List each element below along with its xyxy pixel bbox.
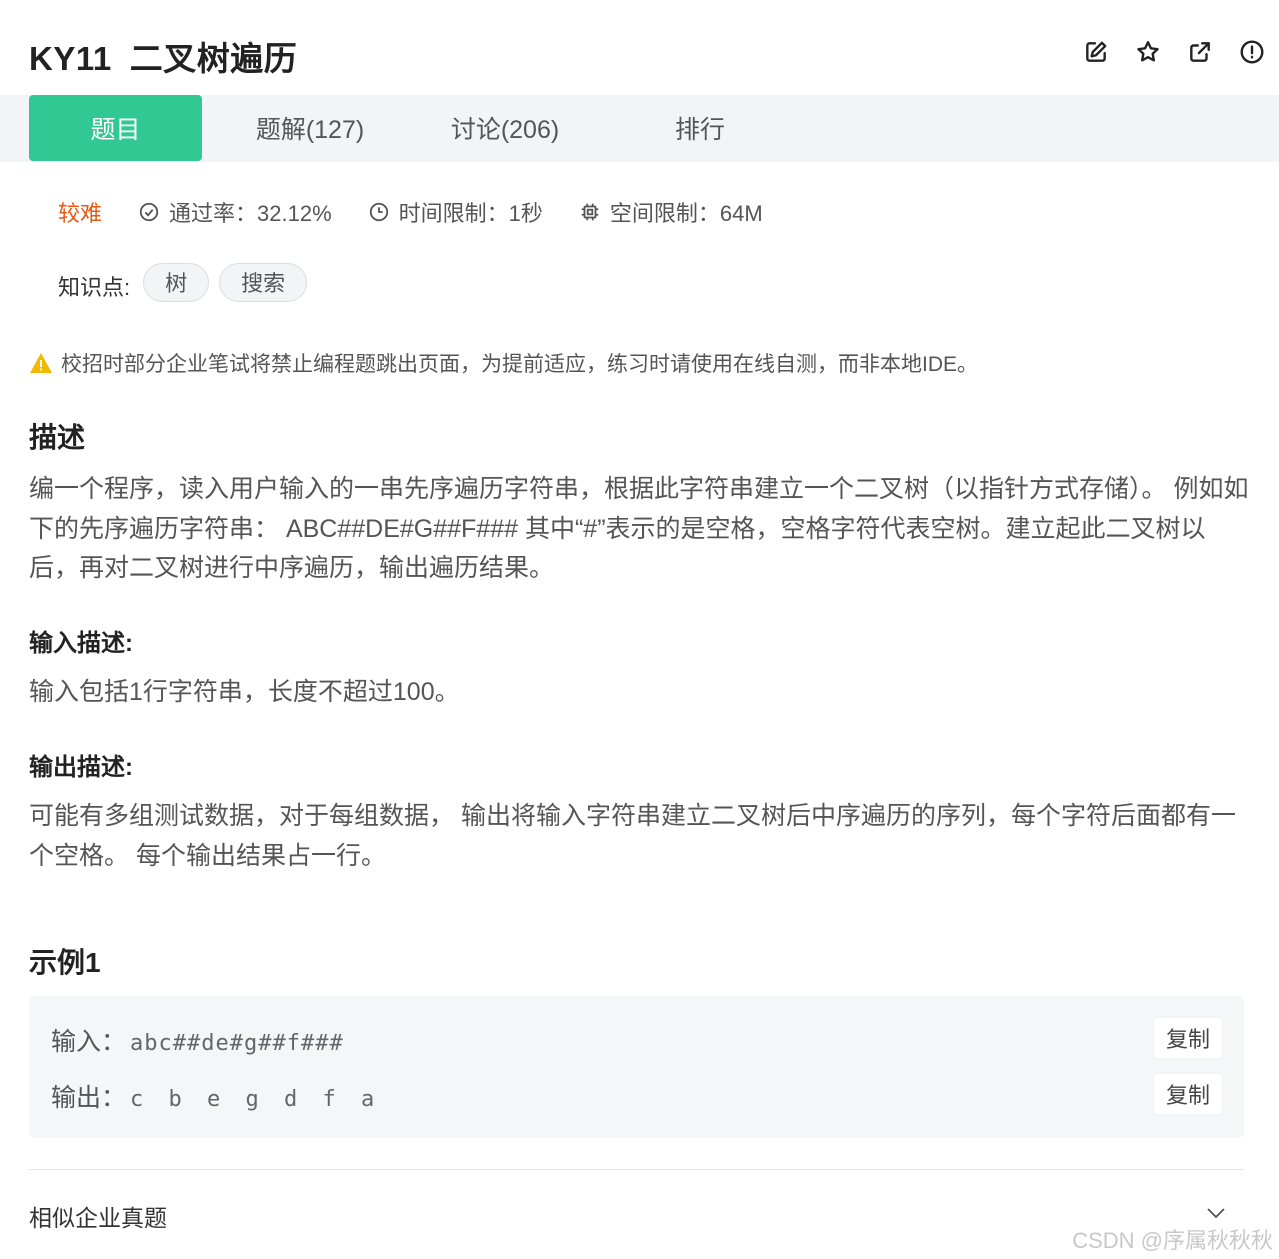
problem-code: KY11 (29, 40, 112, 77)
example-input-label: 输入： (51, 1028, 127, 1056)
memory-limit-text: 空间限制：64M (609, 201, 763, 226)
tab-solutions[interactable]: 题解(127) (225, 95, 395, 161)
example-output: 输出： c b e g d f a (51, 1078, 380, 1114)
tab-ranking[interactable]: 排行 (615, 95, 785, 161)
example-box: 输入： abc##de#g##f### 复制 输出： c b e g d f a… (29, 996, 1244, 1138)
difficulty-badge: 较难 (58, 201, 103, 226)
knowledge-label: 知识点: (58, 275, 131, 300)
warning-text: 校招时部分企业笔试将禁止编程题跳出页面，为提前适应，练习时请使用在线自测，而非本… (61, 353, 979, 376)
similar-questions-label[interactable]: 相似企业真题 (29, 1199, 167, 1233)
description-text: 编一个程序，读入用户输入的一串先序遍历字符串，根据此字符串建立一个二叉树（以指针… (29, 475, 1249, 582)
chip-icon (581, 203, 599, 221)
star-icon[interactable] (1135, 38, 1161, 66)
divider (29, 1169, 1244, 1170)
chevron-down-icon[interactable] (1206, 1206, 1226, 1220)
copy-output-button[interactable]: 复制 (1154, 1074, 1222, 1114)
example-input-value: abc##de#g##f### (130, 1031, 344, 1056)
tab-problem[interactable]: 题目 (29, 95, 202, 161)
example-output-label: 输出： (51, 1084, 127, 1112)
copy-input-button[interactable]: 复制 (1154, 1018, 1222, 1058)
input-desc-title: 输入描述: (29, 630, 133, 657)
edit-icon[interactable] (1083, 38, 1109, 66)
warning-notice: 校招时部分企业笔试将禁止编程题跳出页面，为提前适应，练习时请使用在线自测，而非本… (29, 348, 978, 378)
pass-rate: 通过率：32.12% (138, 196, 332, 228)
example-title: 示例1 (29, 947, 101, 978)
output-desc-text: 可能有多组测试数据，对于每组数据， 输出将输入字符串建立二叉树后中序遍历的序列，… (29, 802, 1236, 870)
time-limit: 时间限制：1秒 (368, 196, 543, 228)
header-actions (1083, 38, 1265, 66)
tab-discussion[interactable]: 讨论(206) (420, 95, 590, 161)
example-output-value: c b e g d f a (130, 1087, 381, 1112)
input-desc-text: 输入包括1行字符串，长度不超过100。 (29, 678, 460, 706)
tag-search[interactable]: 搜索 (219, 262, 308, 302)
tag-tree[interactable]: 树 (143, 262, 210, 302)
problem-title: 二叉树遍历 (129, 40, 298, 77)
example-input: 输入： abc##de#g##f### (51, 1022, 344, 1058)
output-desc-title: 输出描述: (29, 754, 133, 781)
report-icon[interactable] (1239, 38, 1265, 66)
page-title: KY11 二叉树遍历 (29, 32, 297, 80)
check-circle-icon (139, 202, 159, 222)
memory-limit: 空间限制：64M (579, 196, 763, 228)
warning-icon (30, 353, 52, 373)
knowledge-points: 知识点: 树 搜索 (58, 262, 317, 302)
problem-meta: 较难 通过率：32.12% 时间限制：1秒 空间限制：64M (58, 196, 799, 228)
watermark: CSDN @序属秋秋秋 (1072, 1228, 1273, 1253)
problem-header: KY11 二叉树遍历 (0, 0, 1279, 95)
share-icon[interactable] (1187, 38, 1213, 66)
pass-rate-text: 通过率：32.12% (169, 201, 332, 226)
clock-icon (369, 202, 388, 222)
description-title: 描述 (29, 422, 86, 453)
time-limit-text: 时间限制：1秒 (398, 201, 543, 226)
tab-bar: 题目 题解(127) 讨论(206) 排行 (0, 95, 1279, 162)
